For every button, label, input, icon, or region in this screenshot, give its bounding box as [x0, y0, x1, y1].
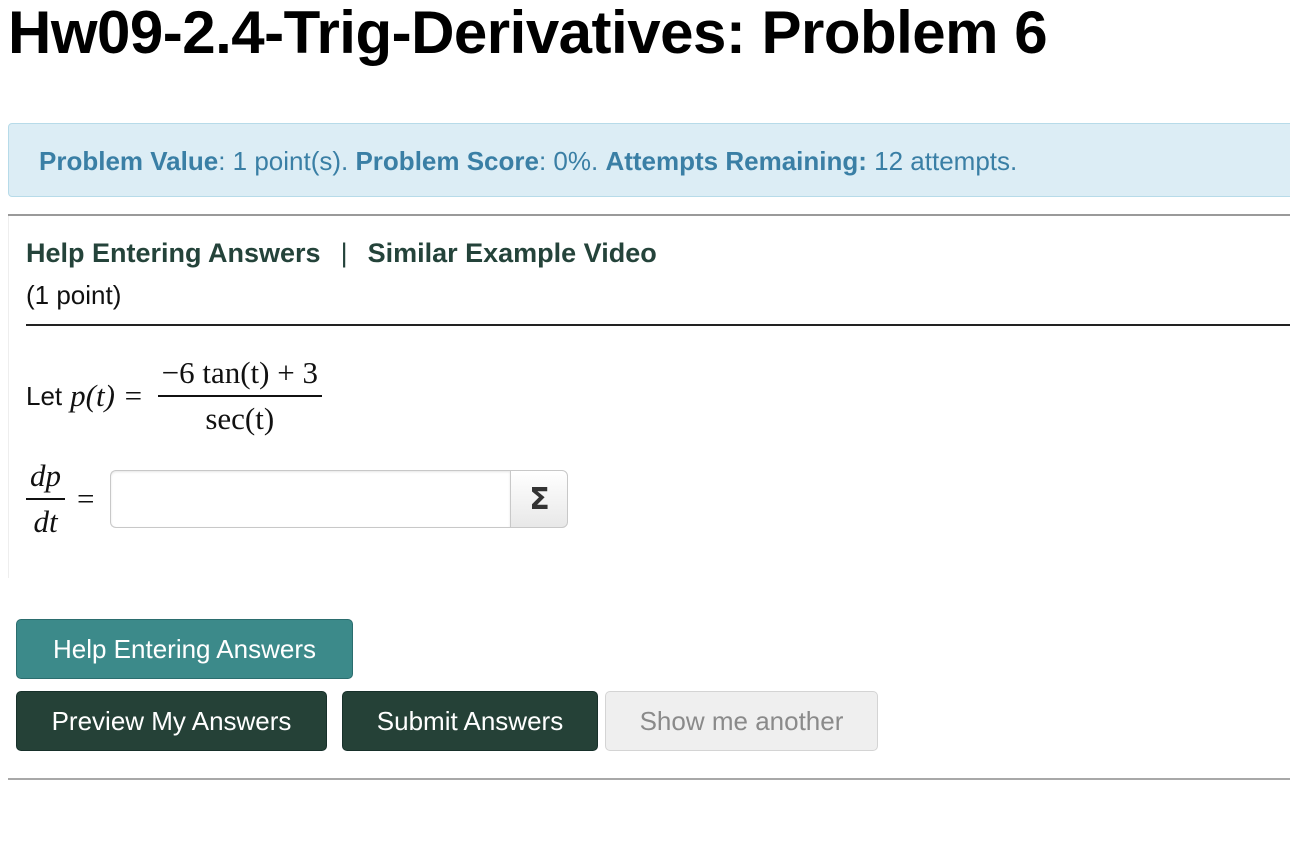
- problem-score-text: : 0%.: [538, 146, 606, 176]
- link-separator: |: [340, 238, 348, 268]
- problem-body: Help Entering Answers | Similar Example Vi…: [8, 214, 1290, 578]
- fraction-numerator: −6 tan(t) + 3: [161, 355, 318, 390]
- problem-score-label: Problem Score: [355, 146, 539, 176]
- derivative-numerator: dp: [30, 458, 61, 493]
- attempts-remaining-label: Attempts Remaining:: [605, 146, 867, 176]
- problem-statement: Let p(t) = −6 tan(t) + 3 sec(t): [26, 351, 322, 441]
- equation-editor-button[interactable]: Σ: [510, 470, 569, 528]
- show-me-another-button: Show me another: [605, 691, 878, 751]
- function-fraction: −6 tan(t) + 3 sec(t): [157, 355, 322, 437]
- answer-input[interactable]: [110, 470, 511, 528]
- equals-sign: =: [77, 481, 95, 516]
- fraction-denominator: sec(t): [205, 401, 275, 436]
- help-entering-answers-button[interactable]: Help Entering Answers: [16, 619, 353, 679]
- let-label: Let: [26, 380, 63, 411]
- submit-answers-button[interactable]: Submit Answers: [342, 691, 598, 751]
- bottom-divider: [8, 778, 1290, 780]
- problem-links: Help Entering Answers | Similar Example Vi…: [26, 238, 657, 269]
- similar-example-video-link[interactable]: Similar Example Video: [368, 238, 657, 268]
- problem-value-label: Problem Value: [39, 146, 219, 176]
- derivative-fraction: dp dt: [26, 458, 65, 540]
- sigma-icon: Σ: [529, 481, 550, 517]
- problem-value-text: : 1 point(s).: [218, 146, 356, 176]
- derivative-denominator: dt: [33, 504, 58, 539]
- answer-row: dp dt = Σ: [26, 458, 569, 540]
- function-lhs: p(t) =: [70, 378, 144, 413]
- preview-answers-button[interactable]: Preview My Answers: [16, 691, 327, 751]
- problem-points: (1 point): [26, 280, 122, 310]
- help-entering-answers-link[interactable]: Help Entering Answers: [26, 238, 321, 268]
- attempts-remaining-text: 12 attempts.: [866, 146, 1018, 176]
- problem-info-banner: Problem Value: 1 point(s). Problem Score…: [8, 123, 1290, 197]
- page-title: Hw09-2.4-Trig-Derivatives: Problem 6: [8, 0, 1048, 66]
- problem-divider: [26, 324, 1290, 326]
